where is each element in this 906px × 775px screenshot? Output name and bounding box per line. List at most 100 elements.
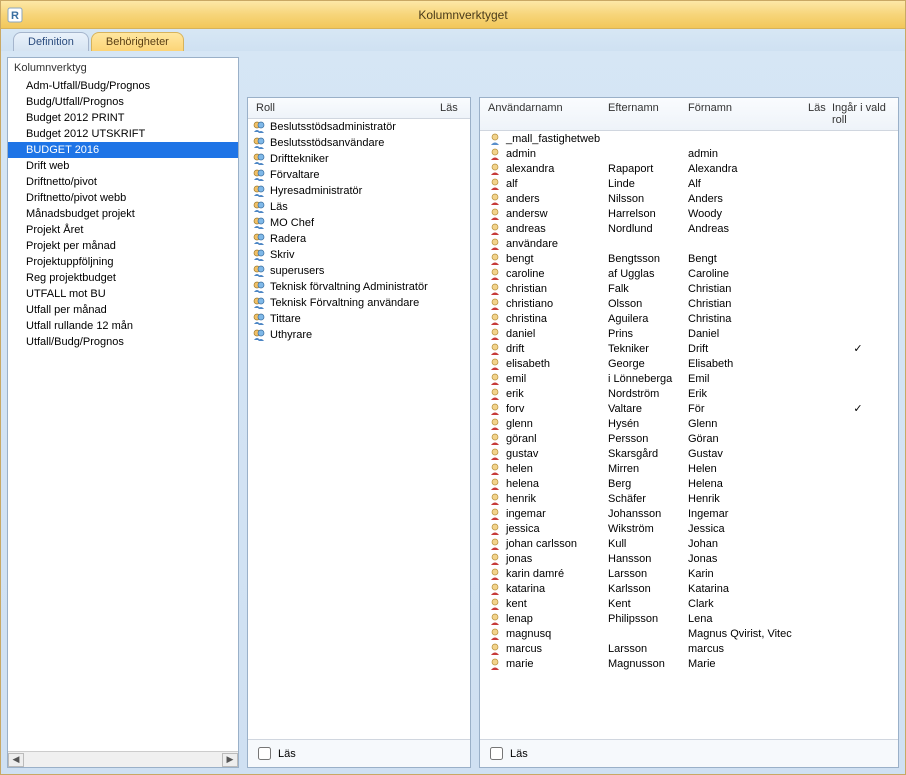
user-row[interactable]: christianFalkChristian [480,281,898,296]
column-tools-header: Kolumnverktyg [8,58,238,78]
user-row[interactable]: gustavSkarsgårdGustav [480,446,898,461]
user-row[interactable]: karin damréLarssonKarin [480,566,898,581]
user-row[interactable]: emili LönnebergaEmil [480,371,898,386]
column-header-ingar[interactable]: Ingår i vald roll [828,102,894,126]
user-row[interactable]: bengtBengtssonBengt [480,251,898,266]
user-firstname-cell: Gustav [684,448,804,460]
role-row[interactable]: superusers [248,263,470,279]
user-row[interactable]: johan carlssonKullJohan [480,536,898,551]
column-tool-item[interactable]: Utfall/Budg/Prognos [8,334,238,350]
column-tools-list[interactable]: Adm-Utfall/Budg/PrognosBudg/Utfall/Progn… [8,78,238,751]
user-row[interactable]: christinaAguileraChristina [480,311,898,326]
user-row[interactable]: _mall_fastighetweb [480,131,898,146]
user-row[interactable]: glennHysénGlenn [480,416,898,431]
role-row[interactable]: Förvaltare [248,167,470,183]
tab-definition[interactable]: Definition [13,32,89,51]
column-tool-item[interactable]: Projekt Året [8,222,238,238]
user-row[interactable]: helenaBergHelena [480,476,898,491]
user-row[interactable]: adminadmin [480,146,898,161]
user-firstname-cell: Christina [684,313,804,325]
user-firstname-cell: Erik [684,388,804,400]
user-username-cell: lenap [484,612,604,626]
user-lastname-cell: Kent [604,598,684,610]
user-row[interactable]: driftTeknikerDrift✓ [480,341,898,356]
user-row[interactable]: marieMagnussonMarie [480,656,898,671]
role-row[interactable]: Tittare [248,311,470,327]
scroll-right-arrow[interactable]: ▶ [222,753,238,767]
user-row[interactable]: andersNilssonAnders [480,191,898,206]
role-row[interactable]: Skriv [248,247,470,263]
role-row[interactable]: Radera [248,231,470,247]
column-tool-item[interactable]: Projekt per månad [8,238,238,254]
column-tool-item[interactable]: Driftnetto/pivot [8,174,238,190]
user-row[interactable]: alexandraRapaportAlexandra [480,161,898,176]
user-row[interactable]: carolineaf UgglasCaroline [480,266,898,281]
user-row[interactable]: katarinaKarlssonKatarina [480,581,898,596]
column-header-las[interactable]: Läs [804,102,828,126]
column-header-username[interactable]: Användarnamn [484,102,604,126]
user-row[interactable]: elisabethGeorgeElisabeth [480,356,898,371]
tab-behörigheter[interactable]: Behörigheter [91,32,184,51]
role-row[interactable]: Beslutsstödsadministratör [248,119,470,135]
user-row[interactable]: forvValtareFör✓ [480,401,898,416]
users-group-icon [252,152,266,166]
user-firstname-cell: Bengt [684,253,804,265]
user-row[interactable]: helenMirrenHelen [480,461,898,476]
user-lastname-cell: Kull [604,538,684,550]
column-tool-item[interactable]: Månadsbudget projekt [8,206,238,222]
user-firstname-cell: Jessica [684,523,804,535]
column-header-lastname[interactable]: Efternamn [604,102,684,126]
column-tool-item[interactable]: Utfall rullande 12 mån [8,318,238,334]
user-row[interactable]: andreasNordlundAndreas [480,221,898,236]
user-username-cell: drift [484,342,604,356]
user-row[interactable]: magnusqMagnus Qvirist, Vitec [480,626,898,641]
user-row[interactable]: användare [480,236,898,251]
role-row[interactable]: Hyresadministratör [248,183,470,199]
left-horizontal-scrollbar[interactable]: ◀ ▶ [8,751,238,767]
column-tool-item[interactable]: Utfall per månad [8,302,238,318]
user-row[interactable]: lenapPhilipssonLena [480,611,898,626]
column-tool-item[interactable]: BUDGET 2016 [8,142,238,158]
user-row[interactable]: anderswHarrelsonWoody [480,206,898,221]
column-header-las[interactable]: Läs [436,102,466,114]
role-row[interactable]: Drifttekniker [248,151,470,167]
column-tool-item[interactable]: Projektuppföljning [8,254,238,270]
users-table[interactable]: _mall_fastighetwebadminadminalexandraRap… [480,131,898,739]
user-row[interactable]: erikNordströmErik [480,386,898,401]
column-header-firstname[interactable]: Förnamn [684,102,804,126]
column-tool-item[interactable]: UTFALL mot BU [8,286,238,302]
column-tool-item[interactable]: Reg projektbudget [8,270,238,286]
users-las-checkbox[interactable] [490,747,503,760]
roles-las-checkbox[interactable] [258,747,271,760]
role-row[interactable]: Uthyrare [248,327,470,343]
user-row[interactable]: ingemarJohanssonIngemar [480,506,898,521]
scroll-left-arrow[interactable]: ◀ [8,753,24,767]
user-row[interactable]: alfLindeAlf [480,176,898,191]
user-row[interactable]: kentKentClark [480,596,898,611]
user-row[interactable]: henrikSchäferHenrik [480,491,898,506]
column-header-roll[interactable]: Roll [252,102,436,114]
user-row[interactable]: jessicaWikströmJessica [480,521,898,536]
user-row[interactable]: danielPrinsDaniel [480,326,898,341]
user-row[interactable]: christianoOlssonChristian [480,296,898,311]
user-firstname-cell: Woody [684,208,804,220]
user-firstname-cell: Christian [684,298,804,310]
user-icon [488,447,502,461]
column-tool-item[interactable]: Budg/Utfall/Prognos [8,94,238,110]
user-row[interactable]: göranlPerssonGöran [480,431,898,446]
user-icon [488,507,502,521]
user-row[interactable]: jonasHanssonJonas [480,551,898,566]
column-tool-item[interactable]: Drift web [8,158,238,174]
roles-list[interactable]: BeslutsstödsadministratörBeslutsstödsanv… [248,119,470,739]
column-tool-item[interactable]: Budget 2012 UTSKRIFT [8,126,238,142]
column-tool-item[interactable]: Budget 2012 PRINT [8,110,238,126]
role-row[interactable]: Läs [248,199,470,215]
column-tool-item[interactable]: Driftnetto/pivot webb [8,190,238,206]
role-row[interactable]: Beslutsstödsanvändare [248,135,470,151]
role-row[interactable]: MO Chef [248,215,470,231]
column-tool-item[interactable]: Adm-Utfall/Budg/Prognos [8,78,238,94]
user-row[interactable]: marcusLarssonmarcus [480,641,898,656]
role-row[interactable]: Teknisk förvaltning Administratör [248,279,470,295]
role-row[interactable]: Teknisk Förvaltning användare [248,295,470,311]
tab-strip: DefinitionBehörigheter [1,29,905,51]
